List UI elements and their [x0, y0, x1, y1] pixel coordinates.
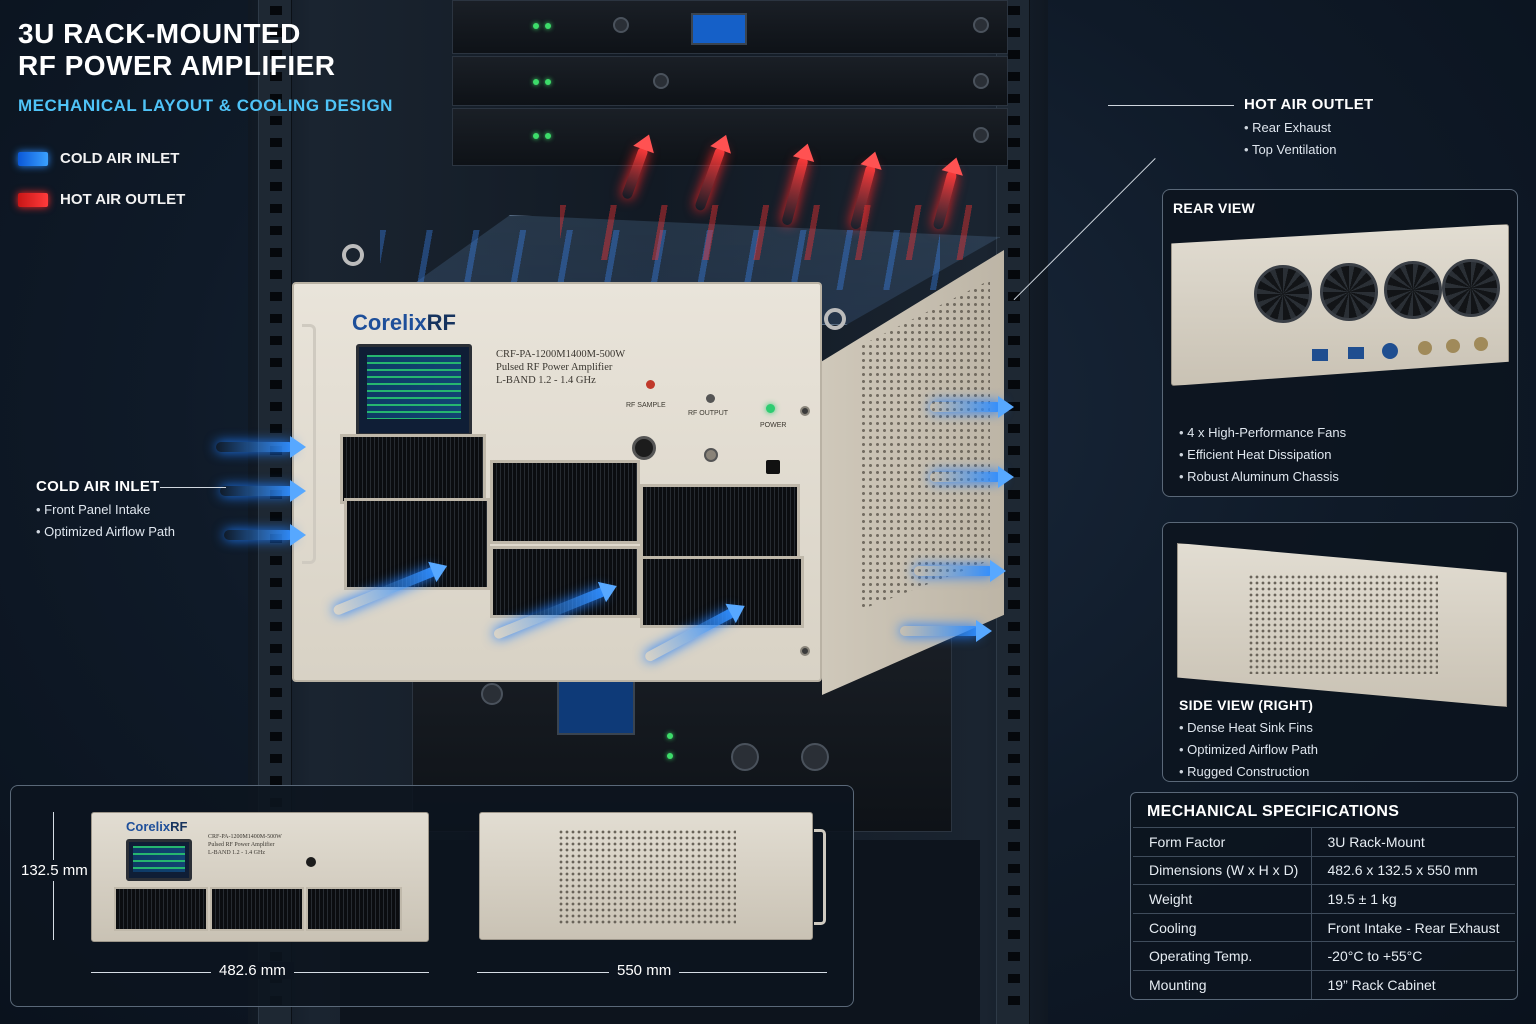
callout-cold-inlet: COLD AIR INLET Front Panel Intake Optimi… [36, 478, 175, 543]
list-item: Robust Aluminum Chassis [1179, 466, 1346, 488]
side-view-features: Dense Heat Sink Fins Optimized Airflow P… [1179, 717, 1318, 783]
connector-port [704, 448, 718, 462]
rf-output-label: RF OUTPUT [688, 410, 729, 417]
cold-air-swatch [18, 151, 48, 166]
rf-connector-icon [1446, 339, 1460, 353]
list-item: 4 x High-Performance Fans [1179, 422, 1346, 444]
rear-view-features: 4 x High-Performance Fans Efficient Heat… [1179, 422, 1346, 488]
list-item: Top Ventilation [1244, 139, 1373, 161]
cold-air-arrow [900, 620, 992, 642]
rf-output-port [706, 394, 715, 403]
cold-air-arrow [216, 436, 306, 458]
power-led [766, 404, 775, 413]
legend-cold: COLD AIR INLET [18, 150, 179, 167]
callout-hot-outlet: HOT AIR OUTLET Rear Exhaust Top Ventilat… [1244, 96, 1373, 161]
side-view-title: SIDE VIEW (RIGHT) [1179, 697, 1314, 713]
fan-icon [1254, 265, 1312, 323]
rf-sample-label: RF SAMPLE [626, 402, 666, 409]
rack-unit-top-2 [452, 56, 1008, 106]
page-subtitle: MECHANICAL LAYOUT & COOLING DESIGN [18, 96, 393, 115]
leader-line [1108, 105, 1234, 106]
specs-panel: MECHANICAL SPECIFICATIONS Form Factor 3U … [1130, 792, 1518, 1000]
mini-side-mesh [558, 829, 736, 925]
side-view-drawing [479, 812, 826, 940]
mini-vent [114, 887, 208, 931]
front-view-drawing: CorelixRF CRF-PA-1200M1400M-500W Pulsed … [91, 812, 429, 942]
power-switch[interactable] [766, 460, 780, 474]
power-label: POWER [760, 422, 787, 429]
depth-dimension: 550 mm [609, 962, 680, 979]
table-row: Operating Temp. -20°C to +55°C [1133, 941, 1515, 971]
fan-icon [1384, 261, 1442, 319]
cold-air-arrow [914, 560, 1006, 582]
legend-hot: HOT AIR OUTLET [18, 191, 185, 208]
fan-icon [1442, 259, 1500, 317]
side-mesh [1248, 574, 1438, 674]
table-row: Weight 19.5 ± 1 kg [1133, 884, 1515, 914]
screw-icon [800, 646, 810, 656]
rear-chassis [1171, 224, 1509, 386]
cold-air-arrow [930, 396, 1014, 418]
screw-icon [800, 406, 810, 416]
cold-air-arrow [930, 466, 1014, 488]
control-knob[interactable] [632, 436, 656, 460]
mini-vent [306, 887, 402, 931]
network-port-icon [1312, 349, 1328, 361]
cold-air-arrow [220, 480, 306, 502]
model-label: CRF-PA-1200M1400M-500W Pulsed RF Power A… [496, 349, 626, 386]
list-item: Front Panel Intake [36, 499, 175, 521]
side-chassis [1177, 543, 1507, 707]
side-view-panel: SIDE VIEW (RIGHT) Dense Heat Sink Fins O… [1162, 522, 1518, 782]
table-row: Dimensions (W x H x D) 482.6 x 132.5 x 55… [1133, 855, 1515, 885]
connector-icon [1382, 343, 1398, 359]
mini-brand-logo: CorelixRF [126, 819, 188, 834]
mini-model-label: CRF-PA-1200M1400M-500W Pulsed RF Power A… [208, 834, 282, 856]
list-item: Optimized Airflow Path [36, 521, 175, 543]
rear-view-panel: REAR VIEW 4 x High-Performance Fans Effi… [1162, 189, 1518, 497]
specs-title: MECHANICAL SPECIFICATIONS [1147, 803, 1400, 820]
hot-air-swatch [18, 192, 48, 207]
leader-line [160, 487, 226, 488]
front-display [356, 344, 472, 436]
rf-sample-port [646, 380, 655, 389]
rf-connector-icon [1474, 337, 1488, 351]
width-dimension: 482.6 mm [211, 962, 294, 979]
eyebolt-icon [342, 244, 364, 266]
page-title: 3U RACK-MOUNTED RF POWER AMPLIFIER [18, 18, 336, 81]
mini-handle [814, 829, 826, 925]
dimensions-panel: 132.5 mm CorelixRF CRF-PA-1200M1400M-500… [10, 785, 854, 1007]
rack-unit-top-1 [452, 0, 1008, 54]
height-dimension: 132.5 mm [21, 860, 88, 881]
list-item: Optimized Airflow Path [1179, 739, 1318, 761]
mini-control-knob [306, 857, 316, 867]
mini-display [126, 839, 192, 881]
list-item: Rugged Construction [1179, 761, 1318, 783]
list-item: Efficient Heat Dissipation [1179, 444, 1346, 466]
network-port-icon [1348, 347, 1364, 359]
specs-table: Form Factor 3U Rack-Mount Dimensions (W x… [1133, 827, 1515, 1000]
amplifier-front-panel: CorelixRF CRF-PA-1200M1400M-500W Pulsed … [292, 282, 822, 682]
fan-icon [1320, 263, 1378, 321]
table-row: Cooling Front Intake - Rear Exhaust [1133, 912, 1515, 942]
table-row: Mounting 19” Rack Cabinet [1133, 969, 1515, 1000]
brand-logo: CorelixRF [352, 310, 456, 335]
rf-connector-icon [1418, 341, 1432, 355]
table-row: Form Factor 3U Rack-Mount [1133, 827, 1515, 857]
rear-view-title: REAR VIEW [1173, 200, 1256, 216]
internal-airflow-hot [560, 205, 980, 260]
list-item: Rear Exhaust [1244, 117, 1373, 139]
front-vent [340, 434, 486, 504]
list-item: Dense Heat Sink Fins [1179, 717, 1318, 739]
cold-air-arrow [224, 524, 306, 546]
front-vent [490, 460, 640, 544]
mini-vent [210, 887, 304, 931]
eyebolt-icon [824, 308, 846, 330]
front-vent [640, 484, 800, 560]
